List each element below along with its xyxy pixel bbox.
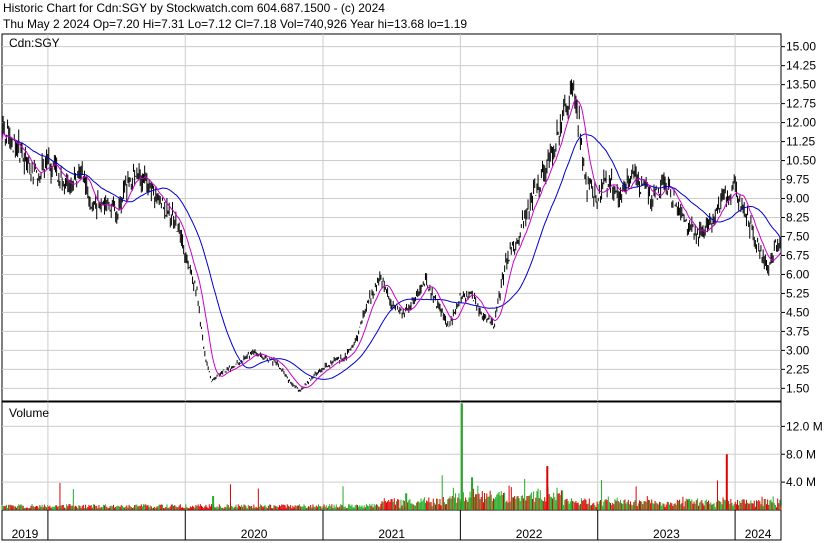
price-tick-label: 7.50 — [786, 229, 810, 243]
x-axis: 2019 2020 2021 2022 2023 2024 — [12, 510, 772, 541]
volume-gridlines — [2, 402, 781, 510]
moving-average-short — [1, 98, 782, 388]
year-label: 2020 — [241, 527, 268, 541]
volume-panel-frame — [1, 401, 782, 511]
price-tick-label: 6.00 — [786, 267, 810, 281]
price-bars — [1, 79, 782, 392]
volume-axis: 12.0 M 8.0 M 4.0 M — [781, 419, 823, 489]
price-tick-label: 1.50 — [786, 381, 810, 395]
price-tick-label: 6.75 — [786, 248, 810, 262]
volume-tick-label: 8.0 M — [786, 447, 816, 461]
year-label: 2022 — [516, 527, 543, 541]
year-label: 2019 — [12, 527, 39, 541]
price-tick-label: 4.50 — [786, 305, 810, 319]
price-tick-label: 3.75 — [786, 324, 810, 338]
year-label: 2021 — [378, 527, 405, 541]
price-tick-label: 11.25 — [786, 135, 815, 149]
price-tick-label: 8.25 — [786, 211, 810, 225]
price-tick-label: 12.75 — [786, 97, 816, 111]
stock-chart: 2019 2020 2021 2022 2023 2024 15.00 14.25 13.50… — [1, 33, 823, 541]
volume-tick-label: 12.0 M — [786, 419, 823, 433]
price-tick-label: 3.00 — [786, 343, 810, 357]
price-tick-label: 2.25 — [786, 362, 810, 376]
volume-tick-label: 4.0 M — [786, 475, 816, 489]
volume-bars — [1, 403, 782, 510]
price-tick-label: 9.00 — [786, 192, 810, 206]
price-tick-label: 5.25 — [786, 286, 810, 300]
price-tick-label: 13.50 — [786, 78, 816, 92]
year-label: 2023 — [653, 527, 680, 541]
price-tick-label: 12.00 — [786, 116, 816, 130]
year-label: 2024 — [745, 527, 772, 541]
price-tick-label: 15.00 — [786, 40, 816, 54]
price-tick-label: 9.75 — [786, 173, 810, 187]
moving-average-long — [1, 132, 782, 380]
price-tick-label: 14.25 — [786, 59, 816, 73]
price-tick-label: 10.50 — [786, 154, 816, 168]
volume-panel-label: Volume — [9, 406, 49, 420]
price-gridlines — [2, 34, 781, 401]
price-axis: 15.00 14.25 13.50 12.75 12.00 11.25 10.50 9.75 9… — [781, 40, 816, 395]
price-panel-label: Cdn:SGY — [9, 36, 60, 50]
